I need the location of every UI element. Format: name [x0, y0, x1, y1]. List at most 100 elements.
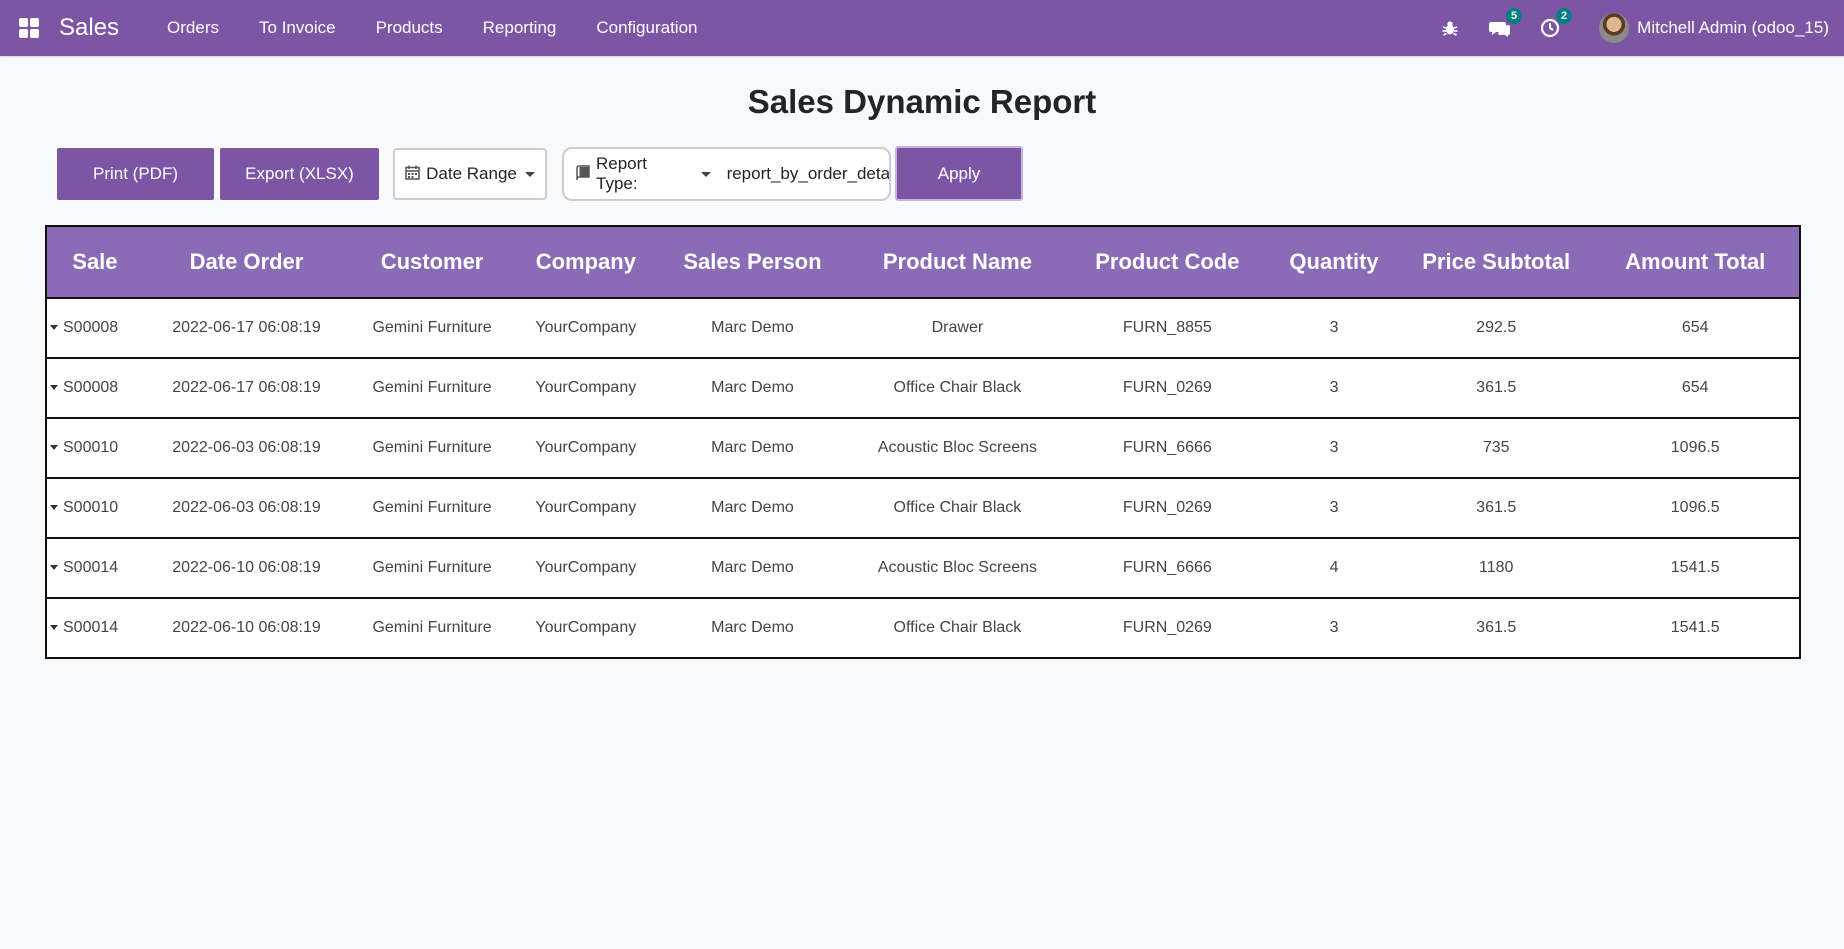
date-range-dropdown[interactable]: Date Range — [393, 148, 547, 200]
report-type-dropdown[interactable]: Report Type: — [576, 154, 711, 194]
app-brand[interactable]: Sales — [59, 14, 119, 42]
menu-products[interactable]: Products — [376, 18, 443, 38]
clock-icon[interactable]: 2 — [1539, 8, 1573, 39]
cell-price-subtotal: 292.5 — [1400, 298, 1592, 359]
menu-to-invoice[interactable]: To Invoice — [259, 18, 336, 38]
user-name: Mitchell Admin (odoo_15) — [1637, 18, 1829, 37]
report-type-value: report_by_order_detail — [726, 164, 889, 183]
cell-company: YourCompany — [513, 598, 658, 659]
table-row[interactable]: S00008 2022-06-17 06:08:19 Gemini Furnit… — [45, 298, 1801, 359]
page-title: Sales Dynamic Report — [747, 83, 1097, 120]
table-row[interactable]: S00010 2022-06-03 06:08:19 Gemini Furnit… — [45, 478, 1801, 539]
cell-quantity: 3 — [1267, 298, 1401, 359]
cell-date-order: 2022-06-03 06:08:19 — [142, 418, 351, 479]
cell-sale: S00008 — [63, 379, 119, 396]
cell-customer: Gemini Furniture — [350, 358, 514, 419]
report-type-group: Report Type: report_by_order_detail — [562, 147, 891, 201]
cell-sales-person: Marc Demo — [657, 418, 848, 479]
expand-caret-icon[interactable] — [50, 445, 58, 451]
cell-customer: Gemini Furniture — [350, 538, 514, 599]
cell-company: YourCompany — [513, 298, 658, 359]
cell-company: YourCompany — [513, 538, 658, 599]
cell-company: YourCompany — [513, 358, 658, 419]
cell-date-order: 2022-06-10 06:08:19 — [142, 538, 351, 599]
messages-badge: 5 — [1506, 8, 1523, 24]
table-row[interactable]: S00014 2022-06-10 06:08:19 Gemini Furnit… — [45, 598, 1801, 659]
report-type-label: Report Type: — [596, 154, 648, 193]
col-header-quantity: Quantity — [1267, 225, 1401, 299]
cell-product-code: FURN_0269 — [1067, 478, 1268, 539]
report-toolbar: Print (PDF) Export (XLSX) Date Range Rep… — [0, 145, 1844, 201]
cell-sale: S00010 — [63, 499, 119, 516]
cell-company: YourCompany — [513, 478, 658, 539]
cell-product-code: FURN_8855 — [1067, 298, 1268, 359]
cell-product-code: FURN_6666 — [1067, 418, 1268, 479]
chevron-down-icon — [524, 171, 535, 177]
col-header-price-subtotal: Price Subtotal — [1400, 225, 1592, 299]
table-row[interactable]: S00014 2022-06-10 06:08:19 Gemini Furnit… — [45, 538, 1801, 599]
cell-date-order: 2022-06-03 06:08:19 — [142, 478, 351, 539]
expand-caret-icon[interactable] — [50, 565, 58, 571]
cell-price-subtotal: 361.5 — [1400, 358, 1592, 419]
cell-quantity: 3 — [1267, 598, 1401, 659]
avatar — [1599, 13, 1630, 43]
cell-product-code: FURN_0269 — [1067, 598, 1268, 659]
cell-product-code: FURN_0269 — [1067, 358, 1268, 419]
top-navbar: Sales Orders To Invoice Products Reporti… — [0, 0, 1844, 56]
print-pdf-button[interactable]: Print (PDF) — [57, 148, 214, 200]
expand-caret-icon[interactable] — [50, 625, 58, 631]
menu-orders[interactable]: Orders — [167, 18, 219, 38]
table-row[interactable]: S00008 2022-06-17 06:08:19 Gemini Furnit… — [45, 358, 1801, 419]
apps-grid-icon[interactable] — [19, 18, 39, 38]
cell-sale: S00014 — [63, 619, 119, 636]
cell-price-subtotal: 361.5 — [1400, 478, 1592, 539]
cell-quantity: 4 — [1267, 538, 1401, 599]
navbar-systray: 5 2 Mitchell Admin (odoo_15) — [1425, 0, 1844, 56]
chat-icon[interactable]: 5 — [1489, 8, 1523, 39]
col-header-amount-total: Amount Total — [1591, 225, 1801, 299]
cell-date-order: 2022-06-17 06:08:19 — [142, 298, 351, 359]
cell-product-name: Acoustic Bloc Screens — [847, 418, 1068, 479]
activities-badge: 2 — [1556, 8, 1573, 24]
expand-caret-icon[interactable] — [50, 385, 58, 391]
cell-product-name: Office Chair Black — [847, 358, 1068, 419]
cell-amount-total: 654 — [1591, 298, 1801, 359]
apply-button[interactable]: Apply — [895, 146, 1023, 201]
cell-quantity: 3 — [1267, 478, 1401, 539]
cell-product-name: Office Chair Black — [847, 598, 1068, 659]
col-header-customer: Customer — [350, 225, 514, 299]
cell-sale: S00008 — [63, 319, 119, 336]
cell-customer: Gemini Furniture — [350, 478, 514, 539]
cell-price-subtotal: 735 — [1400, 418, 1592, 479]
user-menu[interactable]: Mitchell Admin (odoo_15) — [1599, 13, 1829, 43]
col-header-sales-person: Sales Person — [657, 225, 848, 299]
cell-customer: Gemini Furniture — [350, 598, 514, 659]
table-row[interactable]: S00010 2022-06-03 06:08:19 Gemini Furnit… — [45, 418, 1801, 479]
cell-product-code: FURN_6666 — [1067, 538, 1268, 599]
cell-quantity: 3 — [1267, 418, 1401, 479]
col-header-product-name: Product Name — [847, 225, 1068, 299]
menu-configuration[interactable]: Configuration — [596, 18, 697, 38]
cell-amount-total: 1096.5 — [1591, 418, 1801, 479]
expand-caret-icon[interactable] — [50, 505, 58, 511]
col-header-company: Company — [513, 225, 658, 299]
cell-product-name: Office Chair Black — [847, 478, 1068, 539]
cell-sales-person: Marc Demo — [657, 298, 848, 359]
cell-amount-total: 1541.5 — [1591, 598, 1801, 659]
cell-amount-total: 654 — [1591, 358, 1801, 419]
cell-customer: Gemini Furniture — [350, 418, 514, 479]
cell-amount-total: 1096.5 — [1591, 478, 1801, 539]
col-header-sale: Sale — [45, 225, 143, 299]
col-header-product-code: Product Code — [1067, 225, 1268, 299]
cell-price-subtotal: 361.5 — [1400, 598, 1592, 659]
menu-reporting[interactable]: Reporting — [483, 18, 557, 38]
cell-date-order: 2022-06-17 06:08:19 — [142, 358, 351, 419]
calendar-icon — [405, 165, 420, 184]
cell-date-order: 2022-06-10 06:08:19 — [142, 598, 351, 659]
cell-quantity: 3 — [1267, 358, 1401, 419]
bug-icon[interactable] — [1439, 17, 1461, 39]
cell-sales-person: Marc Demo — [657, 478, 848, 539]
export-xlsx-button[interactable]: Export (XLSX) — [220, 148, 379, 200]
cell-product-name: Drawer — [847, 298, 1068, 359]
expand-caret-icon[interactable] — [50, 325, 58, 331]
